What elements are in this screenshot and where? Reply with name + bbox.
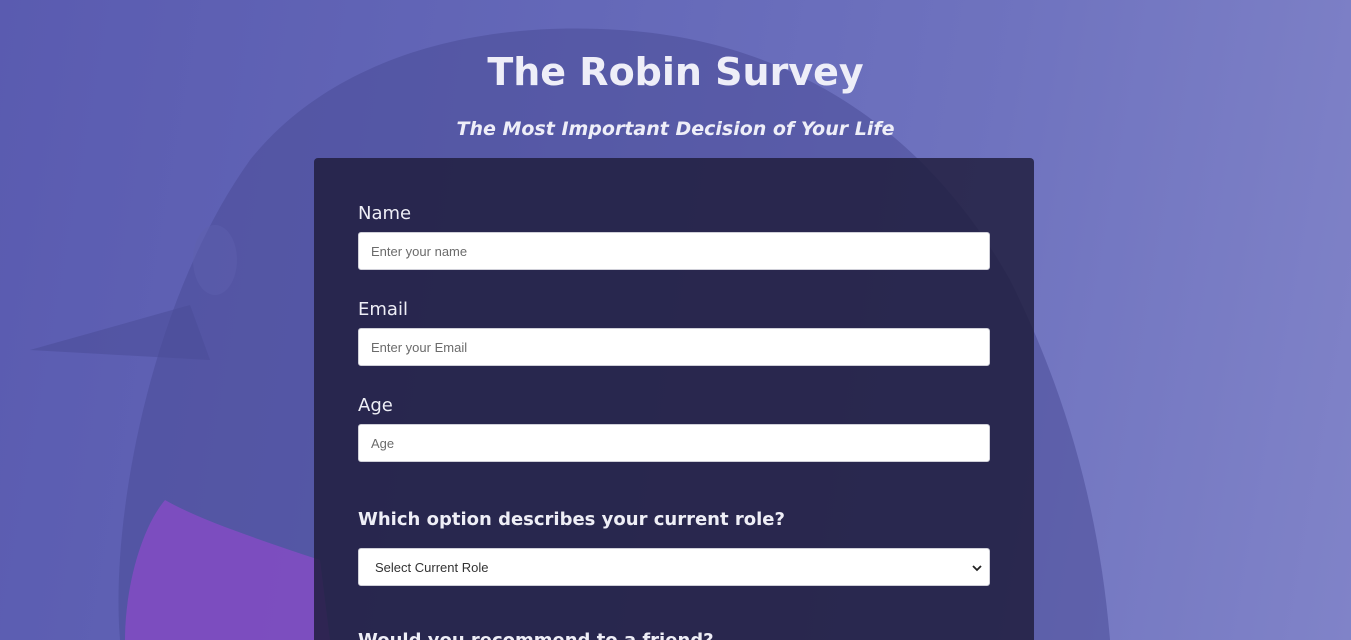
page-title: The Robin Survey <box>487 50 864 94</box>
recommend-question: Would you recommend to a friend? <box>358 630 714 640</box>
email-input[interactable] <box>358 328 990 366</box>
name-label: Name <box>358 203 412 224</box>
name-input[interactable] <box>358 232 990 270</box>
role-select-value: Select Current Role <box>375 560 489 575</box>
page-subtitle: The Most Important Decision of Your Life <box>456 118 895 140</box>
survey-form: Name Email Age Which option describes yo… <box>314 158 1034 640</box>
email-label: Email <box>358 299 408 320</box>
age-input[interactable] <box>358 424 990 462</box>
role-select[interactable]: Select Current Role <box>358 548 990 586</box>
age-label: Age <box>358 395 393 416</box>
role-question: Which option describes your current role… <box>358 509 785 530</box>
chevron-down-icon <box>972 565 982 572</box>
